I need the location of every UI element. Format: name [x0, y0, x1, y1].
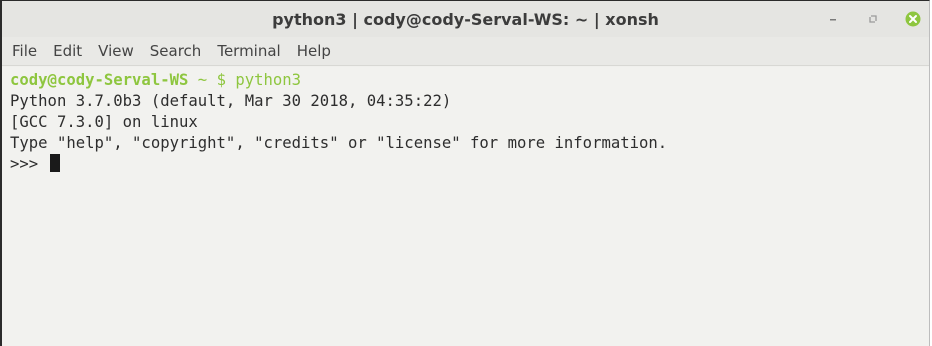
output-line: Type "help", "copyright", "credits" or "…: [10, 134, 668, 152]
window-title: python3 | cody@cody-Serval-WS: ~ | xonsh: [272, 9, 659, 29]
menu-search[interactable]: Search: [150, 42, 202, 60]
repl-prompt: >>>: [10, 155, 48, 173]
minimize-icon[interactable]: [825, 11, 841, 27]
prompt-command: python3: [225, 71, 302, 89]
maximize-icon[interactable]: [865, 11, 881, 27]
menu-edit[interactable]: Edit: [53, 42, 82, 60]
terminal-output[interactable]: cody@cody-Serval-WS ~ $ python3 Python 3.…: [2, 67, 929, 346]
menu-bar: File Edit View Search Terminal Help: [2, 37, 929, 66]
menu-help[interactable]: Help: [297, 42, 331, 60]
menu-view[interactable]: View: [98, 42, 134, 60]
title-bar[interactable]: python3 | cody@cody-Serval-WS: ~ | xonsh: [2, 1, 929, 37]
prompt-user: cody@cody-Serval-WS: [10, 71, 189, 89]
repl-prompt-line: >>>: [10, 154, 929, 175]
menu-file[interactable]: File: [12, 42, 37, 60]
shell-prompt-line: cody@cody-Serval-WS ~ $ python3: [10, 70, 929, 91]
terminal-window: python3 | cody@cody-Serval-WS: ~ | xonsh…: [0, 0, 930, 346]
prompt-path: ~: [188, 71, 217, 89]
menu-terminal[interactable]: Terminal: [217, 42, 280, 60]
prompt-symbol: $: [216, 71, 226, 89]
output-line: [GCC 7.3.0] on linux: [10, 113, 198, 131]
close-icon[interactable]: [905, 11, 921, 27]
window-controls: [825, 1, 921, 37]
output-line: Python 3.7.0b3 (default, Mar 30 2018, 04…: [10, 92, 452, 110]
text-cursor: [49, 154, 60, 172]
